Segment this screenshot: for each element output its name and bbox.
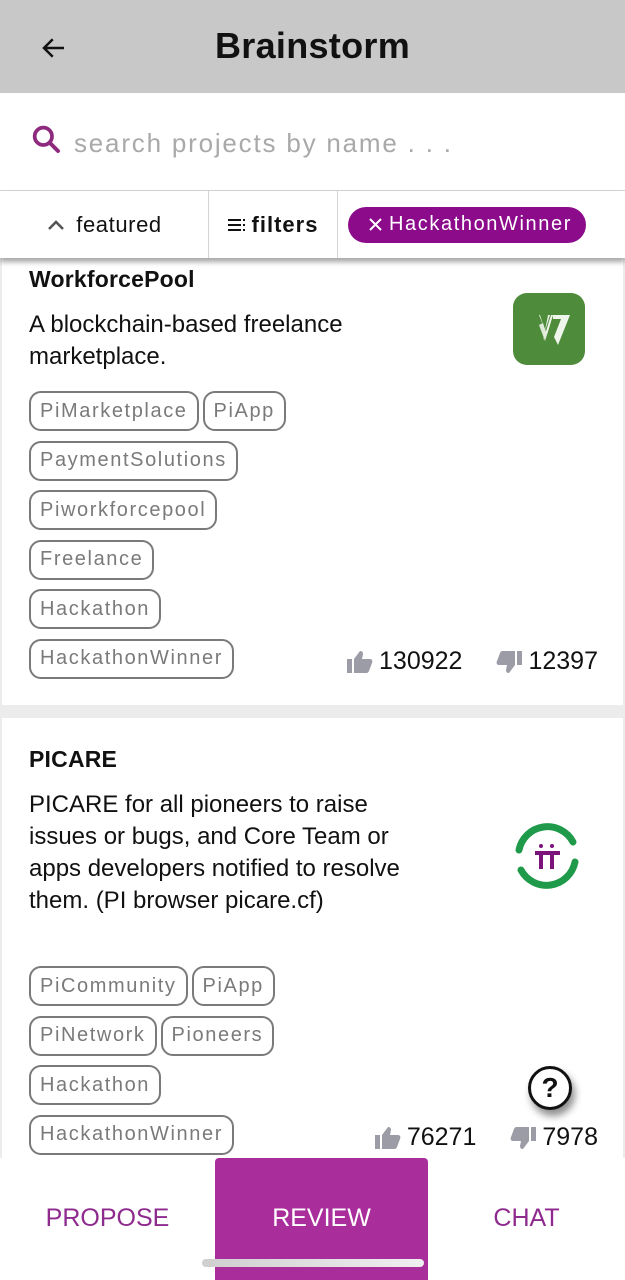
tab-label: PROPOSE xyxy=(45,1203,170,1232)
thumbs-down-icon xyxy=(497,650,523,673)
thumbs-down-icon xyxy=(510,1126,537,1149)
tag[interactable]: Pioneers xyxy=(160,1015,275,1056)
tag-row: HackathonWinner xyxy=(29,638,329,689)
tag-row: Hackathon xyxy=(29,589,329,639)
tag[interactable]: HackathonWinner xyxy=(29,638,234,679)
tag[interactable]: Hackathon xyxy=(29,1065,162,1105)
upvote-count: 76271 xyxy=(406,1123,477,1151)
project-card[interactable]: WorkforcePool A blockchain-based freelan… xyxy=(2,258,623,705)
search-icon xyxy=(32,125,60,153)
tag-list: PiMarketplace PiApp PaymentSolutions Piw… xyxy=(29,391,329,688)
tab-label: CHAT xyxy=(493,1203,560,1232)
downvote-count: 12397 xyxy=(528,647,598,675)
help-button[interactable]: ? xyxy=(528,1066,572,1110)
tag-row: HackathonWinner xyxy=(29,1114,329,1165)
sort-featured-button[interactable]: featured xyxy=(0,191,209,258)
tag[interactable]: PiApp xyxy=(191,966,275,1006)
tag-row: PiCommunity PiApp xyxy=(29,966,329,1016)
tab-chat[interactable]: CHAT xyxy=(428,1158,625,1280)
tag[interactable]: PaymentSolutions xyxy=(29,440,238,481)
upvote-button[interactable]: 130922 xyxy=(347,647,462,676)
tab-label: REVIEW xyxy=(272,1203,371,1232)
tag[interactable]: Hackathon xyxy=(29,589,162,629)
downvote-button[interactable]: 7978 xyxy=(510,1123,598,1152)
project-name: WorkforcePool xyxy=(29,266,195,292)
vote-bar: 130922 12397 xyxy=(347,647,598,676)
project-card[interactable]: PICARE PICARE for all pioneers to raise … xyxy=(2,718,623,1178)
filters-button[interactable]: filters xyxy=(209,191,338,258)
sort-label: featured xyxy=(76,211,162,237)
thumbs-up-icon xyxy=(374,1126,401,1149)
vote-bar: 76271 7978 xyxy=(374,1123,598,1152)
tag[interactable]: Piworkforcepool xyxy=(29,490,218,530)
tag-row: PaymentSolutions xyxy=(29,440,329,491)
project-name: PICARE xyxy=(29,746,118,772)
tag[interactable]: PiCommunity xyxy=(29,966,188,1006)
tag-row: Freelance xyxy=(29,539,329,590)
project-description: PICARE for all pioneers to raise issues … xyxy=(29,791,400,914)
project-description: A blockchain-based freelance marketplace… xyxy=(29,311,343,370)
downvote-count: 7978 xyxy=(542,1123,598,1151)
tag-row: Hackathon xyxy=(29,1065,329,1115)
active-filter-label: HackathonWinner xyxy=(389,213,572,235)
search-input[interactable] xyxy=(74,121,594,165)
app-header: Brainstorm xyxy=(0,0,625,93)
tag-list: PiCommunity PiApp PiNetwork Pioneers Hac… xyxy=(29,966,329,1164)
upvote-count: 130922 xyxy=(379,647,463,675)
search-bar xyxy=(0,93,625,191)
app-screen: Brainstorm featured filters xyxy=(0,0,625,1280)
tag-row: PiNetwork Pioneers xyxy=(29,1015,329,1066)
close-icon[interactable] xyxy=(368,217,383,232)
tag[interactable]: PiNetwork xyxy=(29,1015,157,1056)
tag[interactable]: PiMarketplace xyxy=(29,391,199,431)
home-indicator[interactable] xyxy=(202,1259,424,1267)
filter-bar: featured filters HackathonWinner xyxy=(0,191,625,258)
tag-row: Piworkforcepool xyxy=(29,490,329,540)
page-title: Brainstorm xyxy=(214,25,411,66)
tag[interactable]: PiApp xyxy=(202,391,286,431)
downvote-button[interactable]: 12397 xyxy=(496,647,598,676)
tag-row: PiMarketplace PiApp xyxy=(29,391,329,441)
active-filter-chip[interactable]: HackathonWinner xyxy=(348,206,586,243)
picare-logo xyxy=(511,820,583,892)
help-icon: ? xyxy=(541,1072,559,1103)
thumbs-up-icon xyxy=(347,650,373,673)
chevron-up-icon xyxy=(48,219,65,230)
filter-list-icon xyxy=(227,218,245,231)
upvote-button[interactable]: 76271 xyxy=(374,1123,477,1152)
tag[interactable]: Freelance xyxy=(29,539,155,580)
tab-propose[interactable]: PROPOSE xyxy=(0,1158,215,1280)
workforcepool-logo xyxy=(513,293,585,365)
tag[interactable]: HackathonWinner xyxy=(29,1114,234,1155)
filters-label: filters xyxy=(251,211,319,237)
